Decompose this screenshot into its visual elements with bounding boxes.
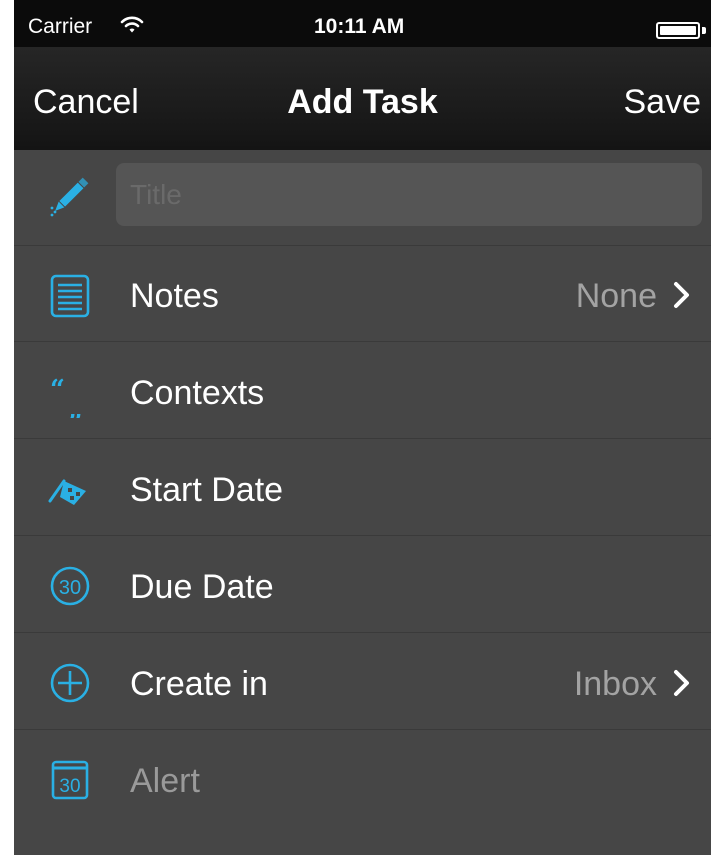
quote-icon: “ „ [46,370,94,425]
due-date-icon: 30 [46,564,94,608]
title-row [14,150,711,246]
row-contexts[interactable]: “ „ Contexts [14,343,711,439]
due-date-icon-text: 30 [59,577,81,599]
battery-level [660,26,696,35]
carrier-label: Carrier [28,15,93,38]
title-input[interactable] [116,163,702,226]
svg-text:“: “ [50,375,65,405]
row-notes[interactable]: Notes None [14,246,711,342]
nav-bar: Cancel Add Task Save [14,47,711,150]
row-label-contexts: Contexts [130,374,265,412]
row-label-start-date: Start Date [130,471,284,509]
chevron-right-icon [671,669,693,697]
row-due-date[interactable]: 30 Due Date [14,537,711,633]
status-bar: Carrier 10:11 AM [14,0,711,47]
row-create-in[interactable]: Create in Inbox [14,634,711,730]
notes-icon [46,273,94,318]
row-label-create-in: Create in [130,665,268,703]
row-label-notes: Notes [130,277,219,315]
title-input-container [116,163,702,226]
row-label-alert: Alert [130,762,200,800]
page-title: Add Task [287,83,438,121]
calendar-icon: 30 [46,758,94,802]
plus-circle-icon [46,661,94,705]
calendar-icon-text: 30 [59,776,80,797]
battery-icon [656,22,700,39]
wifi-icon [120,16,144,39]
status-time: 10:11 AM [314,15,405,38]
phone-screen: Carrier 10:11 AM Cancel Add Task Save Ti… [14,0,711,855]
pencil-icon [46,172,94,217]
row-value-create-in: Inbox [573,665,657,703]
svg-text:„: „ [68,395,83,418]
row-start-date[interactable]: Start Date [14,440,711,536]
row-alert[interactable]: 30 Alert [14,731,711,827]
save-button[interactable]: Save [624,83,702,122]
chevron-right-icon [671,281,693,309]
row-value-notes: None [575,277,657,315]
battery-tip [702,27,706,34]
row-label-due-date: Due Date [130,568,274,606]
flag-icon [46,467,94,511]
